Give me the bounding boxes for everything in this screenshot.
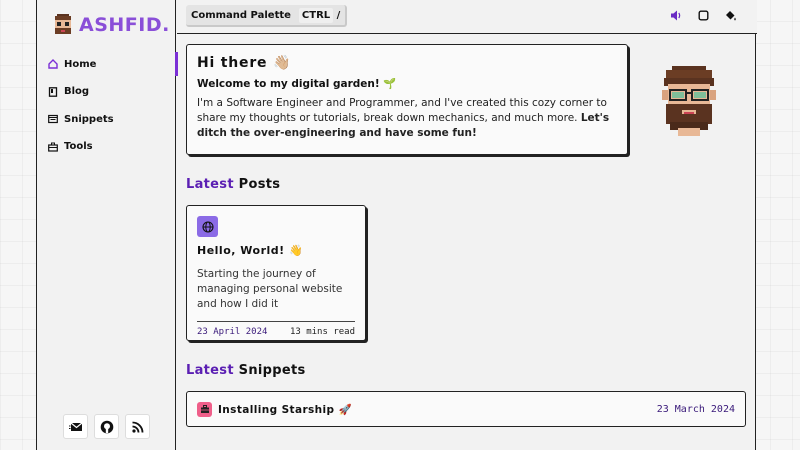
globe-icon [201, 220, 214, 233]
post-date: 23 April 2024 [197, 327, 268, 337]
post-meta: 23 April 2024 13 mins read [197, 321, 355, 337]
sidebar: ASHFID. Home Blog Snippets Tools [37, 0, 178, 450]
social-links [63, 414, 150, 439]
avatar-icon [55, 14, 71, 34]
sidebar-item-home[interactable]: Home [37, 52, 178, 76]
hero-subtitle: Welcome to my digital garden! 🌱 [197, 78, 397, 90]
snippet-title: Installing Starship 🚀 [218, 403, 352, 416]
snippet-date: 23 March 2024 [656, 403, 735, 415]
top-bar: Command Palette CTRL / [177, 0, 757, 34]
hero-body: I'm a Software Engineer and Programmer, … [197, 96, 617, 141]
post-card[interactable]: Hello, World! 👋 Starting the journey of … [186, 205, 366, 341]
hero-greeting: Hi there 👋🏼 [197, 55, 292, 71]
github-icon [100, 420, 113, 433]
sidebar-item-tools[interactable]: Tools [37, 135, 176, 159]
snippet-row[interactable]: Installing Starship 🚀 23 March 2024 [186, 391, 746, 427]
sidebar-item-blog[interactable]: Blog [37, 80, 176, 104]
snippet-icon-badge [197, 401, 212, 417]
command-palette-label: Command Palette [191, 9, 291, 21]
code-icon [48, 114, 58, 124]
toolbox-icon [48, 142, 58, 152]
intro-card: Hi there 👋🏼 Welcome to my digital garden… [186, 44, 628, 155]
brand-name: ASHFID. [79, 14, 170, 36]
volume-icon[interactable] [670, 9, 683, 22]
heading-rest: Posts [238, 177, 281, 192]
github-button[interactable] [94, 414, 119, 439]
sidebar-item-snippets[interactable]: Snippets [37, 107, 176, 131]
sidebar-item-label: Snippets [64, 113, 114, 125]
book-icon [48, 86, 58, 97]
rss-button[interactable] [125, 414, 150, 439]
top-bar-actions [670, 9, 737, 22]
post-title: Hello, World! 👋 [197, 244, 304, 257]
heading-highlight: Latest [186, 363, 234, 378]
square-icon[interactable] [697, 9, 710, 22]
hero-body-text: I'm a Software Engineer and Programmer, … [197, 97, 607, 124]
heading-highlight: Latest [186, 177, 234, 192]
page-frame: ASHFID. Home Blog Snippets Tools Command… [36, 0, 757, 450]
latest-posts-heading: Latest Posts [186, 177, 280, 192]
sidebar-item-label: Tools [64, 141, 93, 152]
mail-button[interactable] [63, 414, 88, 439]
latest-snippets-heading: Latest Snippets [186, 363, 306, 378]
sidebar-item-label: Blog [64, 86, 90, 97]
post-icon-badge [197, 216, 218, 237]
pixel-avatar-image [662, 66, 716, 136]
mail-icon [68, 422, 82, 431]
shortcut-key: CTRL [298, 7, 334, 23]
rss-icon [131, 421, 143, 433]
post-description: Starting the journey of managing persona… [197, 268, 343, 310]
toolbox-icon [200, 405, 209, 413]
paint-bucket-icon[interactable] [724, 9, 737, 22]
post-read-time: 13 mins read [289, 327, 355, 337]
shortcut-symbol: / [336, 9, 341, 21]
heading-rest: Snippets [238, 363, 306, 378]
sidebar-nav: Home Blog Snippets Tools [37, 52, 178, 162]
home-icon [48, 59, 58, 69]
command-palette-button[interactable]: Command Palette CTRL / [186, 5, 348, 27]
keyboard-shortcut: CTRL / [298, 7, 341, 23]
sidebar-item-label: Home [64, 58, 97, 70]
brand-logo-link[interactable]: ASHFID. [53, 12, 170, 38]
